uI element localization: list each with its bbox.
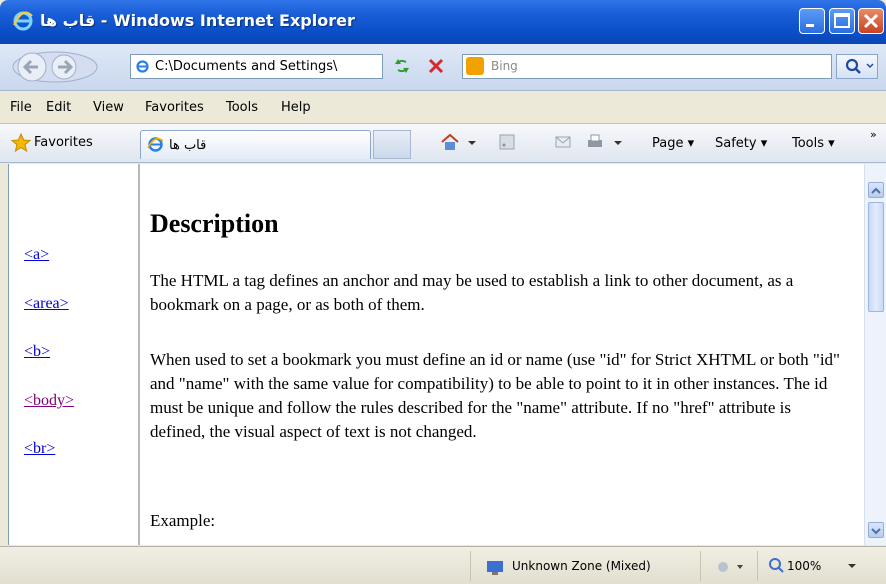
tools-menu[interactable]: Tools ▾ [792,136,835,151]
status-bar: Unknown Zone (Mixed) 100% [0,546,886,584]
favorites-button[interactable]: Favorites [10,132,93,154]
main-frame: Description The HTML a tag defines an an… [149,164,854,545]
paragraph-1: The HTML a tag defines an anchor and may… [150,271,794,314]
protected-mode-icon[interactable] [715,557,745,577]
menu-edit[interactable]: Edit [46,100,71,115]
tab-title: قاب ها [169,138,207,153]
safety-menu-label: Safety [715,136,757,151]
scroll-down-button[interactable] [868,522,884,538]
menu-bar: File Edit View Favorites Tools Help [0,91,886,124]
menu-view[interactable]: View [93,100,124,115]
chevron-down-icon[interactable] [462,132,482,152]
refresh-icon[interactable] [391,55,413,77]
home-icon[interactable] [440,132,460,152]
ie-page-icon [147,137,164,152]
link-body[interactable]: <body> [24,392,74,410]
window-title: قاب ها - Windows Internet Explorer [40,11,355,30]
page-content: <a> <area> <b> <body> <br> Description T… [8,164,867,545]
zoom-level[interactable]: 100% [787,559,821,573]
scroll-thumb[interactable] [868,202,884,312]
link-area[interactable]: <area> [24,295,69,313]
vertical-scrollbar[interactable] [864,164,886,545]
link-b[interactable]: <b> [24,343,50,361]
scroll-up-button[interactable] [868,182,884,198]
star-icon [10,132,32,153]
zone-icon [487,561,503,575]
status-divider [757,551,758,581]
chevron-down-icon [871,528,881,535]
page-icon [136,60,149,73]
ie-logo-icon [13,11,33,31]
print-icon[interactable] [585,132,605,152]
search-box[interactable]: Bing [462,54,832,79]
address-field[interactable]: C:\Documents and Settings\ [130,54,507,79]
security-zone[interactable]: Unknown Zone (Mixed) [512,559,651,573]
left-frame: <a> <area> <b> <body> <br> [9,164,140,545]
status-divider [470,551,471,581]
chevron-down-icon[interactable] [608,132,628,152]
mail-icon[interactable] [553,132,573,152]
stop-icon[interactable] [425,55,447,77]
title-bar[interactable]: قاب ها - Windows Internet Explorer [0,0,886,44]
menu-help[interactable]: Help [281,100,311,115]
page-menu[interactable]: Page ▾ [652,136,694,151]
link-a[interactable]: <a> [24,246,49,264]
paragraph-3: Example: [150,511,216,530]
favorites-bar: Favorites قاب ها Page ▾ Safety ▾ Tools ▾… [0,124,886,163]
status-divider [700,551,701,581]
minimize-button[interactable] [799,8,825,34]
page-menu-label: Page [652,136,684,151]
feeds-icon[interactable] [497,132,517,152]
minimize-icon [806,24,814,27]
maximize-icon [834,13,850,28]
navigation-bar: C:\Documents and Settings\ Bing [0,44,886,91]
link-br[interactable]: <br> [24,440,55,458]
window-title-suffix: - Windows Internet Explorer [95,11,355,30]
window-title-rtl: قاب ها [40,11,96,30]
bing-icon [466,57,484,75]
tab-active[interactable]: قاب ها [140,130,371,159]
maximize-button[interactable] [829,8,855,34]
menu-tools[interactable]: Tools [226,100,258,115]
page-heading: Description [150,209,279,238]
back-forward-buttons[interactable] [12,50,98,84]
close-icon [863,13,879,29]
search-placeholder: Bing [491,59,518,73]
chevron-right-icon[interactable]: » [870,128,877,141]
zoom-icon [769,558,784,573]
new-tab-button[interactable] [373,130,411,159]
search-button[interactable] [836,54,878,79]
chevron-up-icon [871,187,881,194]
menu-file[interactable]: File [10,100,32,115]
close-button[interactable] [858,8,884,34]
search-icon [845,58,874,74]
safety-menu[interactable]: Safety ▾ [715,136,767,151]
ie-window: قاب ها - Windows Internet Explorer C:\Do… [0,0,886,584]
address-value[interactable]: C:\Documents and Settings\ [155,59,337,74]
paragraph-2: When used to set a bookmark you must def… [150,350,840,441]
favorites-label: Favorites [34,135,93,150]
tools-menu-label: Tools [792,136,825,151]
chevron-down-icon[interactable] [845,559,859,573]
menu-favorites[interactable]: Favorites [145,100,204,115]
